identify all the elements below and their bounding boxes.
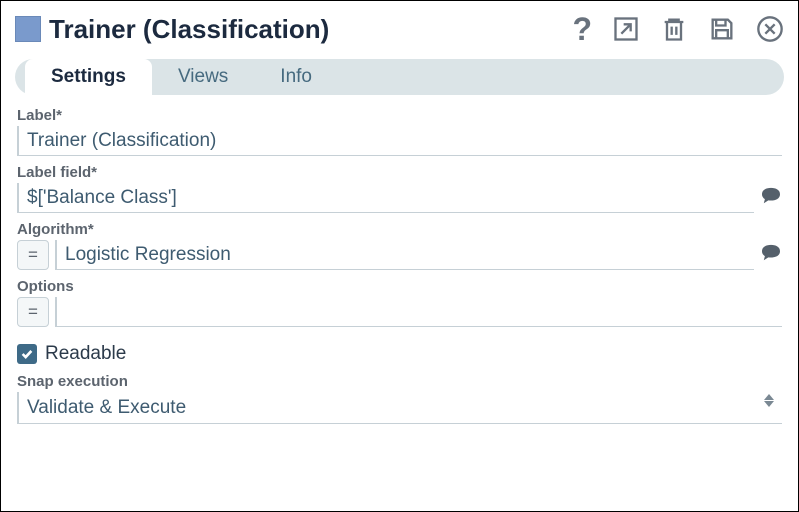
readable-row: Readable bbox=[17, 343, 782, 365]
options-label: Options bbox=[17, 278, 782, 295]
tab-views[interactable]: Views bbox=[152, 59, 254, 95]
title-left: Trainer (Classification) bbox=[15, 14, 329, 45]
options-expr-button[interactable]: = bbox=[17, 297, 49, 327]
options-input[interactable] bbox=[55, 297, 782, 327]
page-title: Trainer (Classification) bbox=[49, 14, 329, 45]
export-icon[interactable] bbox=[612, 15, 640, 43]
tab-bar: Settings Views Info bbox=[15, 59, 784, 95]
chevron-up-icon bbox=[764, 394, 774, 400]
tab-info[interactable]: Info bbox=[254, 59, 338, 95]
algorithm-input[interactable] bbox=[55, 240, 754, 270]
title-bar: Trainer (Classification) ? bbox=[15, 13, 784, 45]
label-label: Label* bbox=[17, 107, 782, 124]
algorithm-label: Algorithm* bbox=[17, 221, 782, 238]
stepper-icon[interactable] bbox=[764, 394, 774, 407]
check-icon bbox=[20, 347, 34, 361]
label-input[interactable] bbox=[17, 126, 782, 156]
snap-execution-select[interactable] bbox=[17, 392, 782, 424]
app-icon bbox=[15, 16, 41, 42]
title-actions: ? bbox=[572, 13, 784, 45]
algorithm-suggest-icon[interactable] bbox=[760, 244, 782, 267]
label-field-input[interactable] bbox=[17, 183, 754, 213]
readable-label: Readable bbox=[45, 343, 126, 365]
help-icon[interactable]: ? bbox=[572, 13, 592, 45]
save-icon[interactable] bbox=[708, 15, 736, 43]
readable-checkbox[interactable] bbox=[17, 344, 37, 364]
chevron-down-icon bbox=[764, 401, 774, 407]
close-icon[interactable] bbox=[756, 15, 784, 43]
trash-icon[interactable] bbox=[660, 15, 688, 43]
snap-execution-label: Snap execution bbox=[17, 373, 782, 390]
label-field-label: Label field* bbox=[17, 164, 782, 181]
suggest-icon[interactable] bbox=[760, 187, 782, 210]
settings-form: Label* Label field* Algorithm* = Options… bbox=[15, 107, 784, 424]
tab-settings[interactable]: Settings bbox=[25, 59, 152, 95]
algorithm-expr-button[interactable]: = bbox=[17, 240, 49, 270]
